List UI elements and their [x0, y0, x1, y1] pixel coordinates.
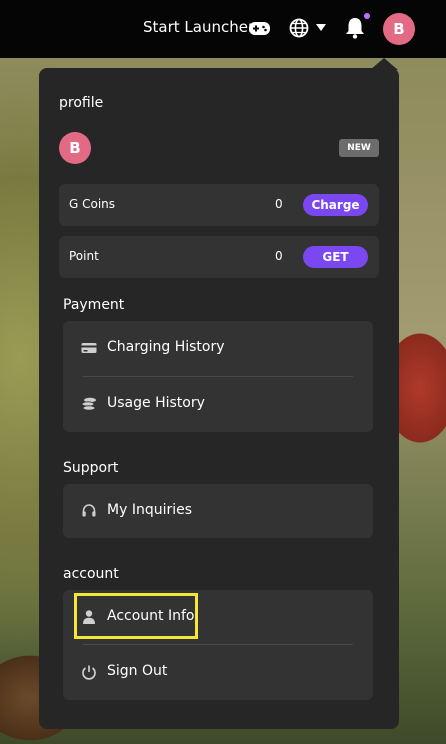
gamepad-icon[interactable] — [249, 22, 270, 35]
divider — [83, 644, 353, 645]
profile-title: profile — [59, 95, 104, 111]
usage-history-item[interactable]: Usage History — [63, 384, 373, 424]
charge-button[interactable]: Charge — [303, 194, 368, 216]
power-icon — [82, 665, 96, 680]
headset-icon — [82, 504, 96, 517]
usage-history-label: Usage History — [107, 395, 205, 411]
charging-history-label: Charging History — [107, 339, 225, 355]
support-section-title: Support — [63, 460, 119, 476]
account-info-highlight — [74, 593, 198, 639]
point-row: Point 0 GET — [59, 236, 379, 278]
charging-history-item[interactable]: Charging History — [63, 328, 373, 368]
gcoins-row: G Coins 0 Charge — [59, 184, 379, 226]
globe-icon[interactable] — [289, 18, 309, 38]
avatar[interactable]: B — [59, 132, 91, 164]
point-value: 0 — [275, 249, 283, 263]
support-group: My Inquiries — [63, 484, 373, 538]
bell-icon[interactable] — [344, 16, 366, 40]
top-bar: Start Launcher B — [0, 0, 446, 58]
credit-card-icon — [81, 343, 97, 353]
avatar-button[interactable]: B — [383, 13, 415, 45]
profile-dropdown-menu: profile B NEW G Coins 0 Charge Point 0 G… — [39, 68, 399, 729]
my-inquiries-item[interactable]: My Inquiries — [63, 491, 373, 531]
coins-icon — [81, 397, 96, 411]
new-badge: NEW — [339, 139, 379, 157]
gcoins-label: G Coins — [69, 197, 116, 211]
divider — [83, 376, 353, 377]
sign-out-label: Sign Out — [107, 663, 168, 679]
notification-dot — [364, 13, 370, 19]
my-inquiries-label: My Inquiries — [107, 502, 193, 518]
account-section-title: account — [63, 566, 119, 582]
gcoins-value: 0 — [275, 197, 283, 211]
chevron-down-icon[interactable] — [316, 24, 326, 32]
payment-group: Charging History Usage History — [63, 321, 373, 432]
start-launcher-button[interactable]: Start Launcher — [143, 18, 254, 36]
get-button[interactable]: GET — [303, 246, 368, 268]
point-label: Point — [69, 249, 99, 263]
payment-section-title: Payment — [63, 297, 125, 313]
sign-out-item[interactable]: Sign Out — [63, 652, 373, 692]
